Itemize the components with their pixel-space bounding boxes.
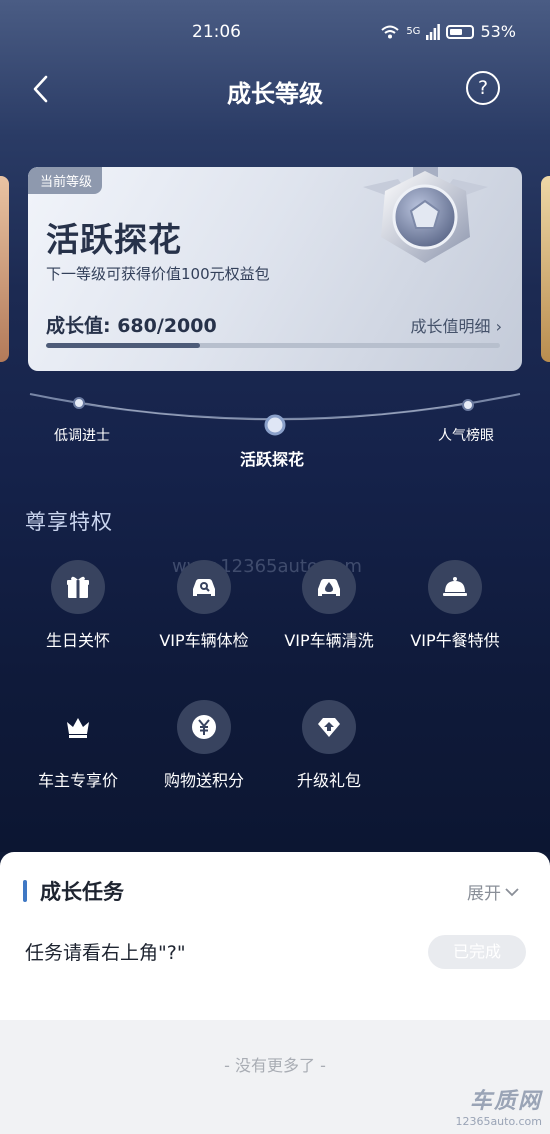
signal-icon [426,23,441,40]
cloche-icon [428,560,482,614]
level-node-current[interactable]: 活跃探花 [240,446,304,470]
help-button[interactable]: ? [466,71,500,105]
medal-badge-icon [363,167,488,263]
level-track: 低调进士 活跃探花 人气榜眼 [0,380,550,480]
signal-label: 5G [406,26,421,37]
growth-tasks-panel: 成长任务 展开 任务请看右上角"?" 已完成 - 没有更多了 - 车质网 123… [0,852,550,1134]
current-level-tag: 当前等级 [28,167,103,194]
upgrade-icon [302,700,356,754]
growth-detail-link[interactable]: 成长值明细 › [411,313,503,337]
prev-level-card[interactable] [0,176,9,362]
gift-icon [51,560,105,614]
logo-main: 车质网 [469,1089,542,1114]
privilege-label: 升级礼包 [296,771,361,790]
growth-progress-bar [46,343,500,348]
privilege-shopping-points[interactable]: 购物送积分 [134,700,274,791]
car-inspect-icon [177,560,231,614]
privilege-label: VIP车辆体检 [159,631,249,650]
logo-url: 12365auto.com [455,1115,542,1128]
battery-icon [446,24,475,39]
privilege-vip-lunch[interactable]: VIP午餐特供 [385,560,525,651]
next-level-card[interactable] [541,176,550,362]
growth-progress-fill [46,343,201,348]
privilege-label: 购物送积分 [163,771,244,790]
privilege-birthday[interactable]: 生日关怀 [8,560,148,651]
privileges-title: 尊享特权 [25,510,113,534]
no-more-text: - 没有更多了 - [224,1056,326,1075]
status-bar: 21:06 5G 53% [0,18,550,46]
growth-value: 成长值: 680/2000 [46,315,217,337]
yen-icon [177,700,231,754]
tasks-title: 成长任务 [40,880,124,904]
privilege-label: 生日关怀 [45,631,110,650]
next-level-benefit: 下一等级可获得价值100元权益包 [46,265,270,283]
status-time: 21:06 [192,22,241,42]
status-right: 5G 53% [380,22,516,41]
level-name: 活跃探花 [46,220,182,259]
level-node-prev[interactable]: 低调进士 [54,425,110,445]
wifi-icon [381,25,399,38]
task-description: 任务请看右上角"?" [25,942,186,964]
privilege-label: VIP午餐特供 [410,631,500,650]
privilege-upgrade-gift[interactable]: 升级礼包 [259,700,399,791]
privilege-label: VIP车辆清洗 [284,631,374,650]
section-accent-bar [23,880,27,902]
crown-icon [51,700,105,754]
chevron-down-icon [505,887,519,896]
privilege-label: 车主专享价 [37,771,118,790]
level-node-next[interactable]: 人气榜眼 [438,425,494,445]
list-footer: - 没有更多了 - 车质网 12365auto.com [0,1020,550,1134]
expand-label: 展开 [467,884,501,904]
privilege-car-inspection[interactable]: VIP车辆体检 [134,560,274,651]
expand-toggle[interactable]: 展开 [467,879,520,904]
level-card: 当前等级 活跃探花 下一等级可获得价值100元权益包 成长值: 680/2000… [28,167,522,371]
car-wash-icon [302,560,356,614]
privilege-owner-price[interactable]: 车主专享价 [8,700,148,791]
task-completed-button[interactable]: 已完成 [428,935,526,969]
nav-bar: 成长等级 ? [0,66,550,112]
header-area: 21:06 5G 53% 成长等级 ? 当前等级 活跃探花 下一等级可获得价值1… [0,0,550,852]
battery-percent: 53% [480,22,516,41]
site-logo: 车质网 12365auto.com [455,1083,542,1128]
privilege-car-wash[interactable]: VIP车辆清洗 [259,560,399,651]
